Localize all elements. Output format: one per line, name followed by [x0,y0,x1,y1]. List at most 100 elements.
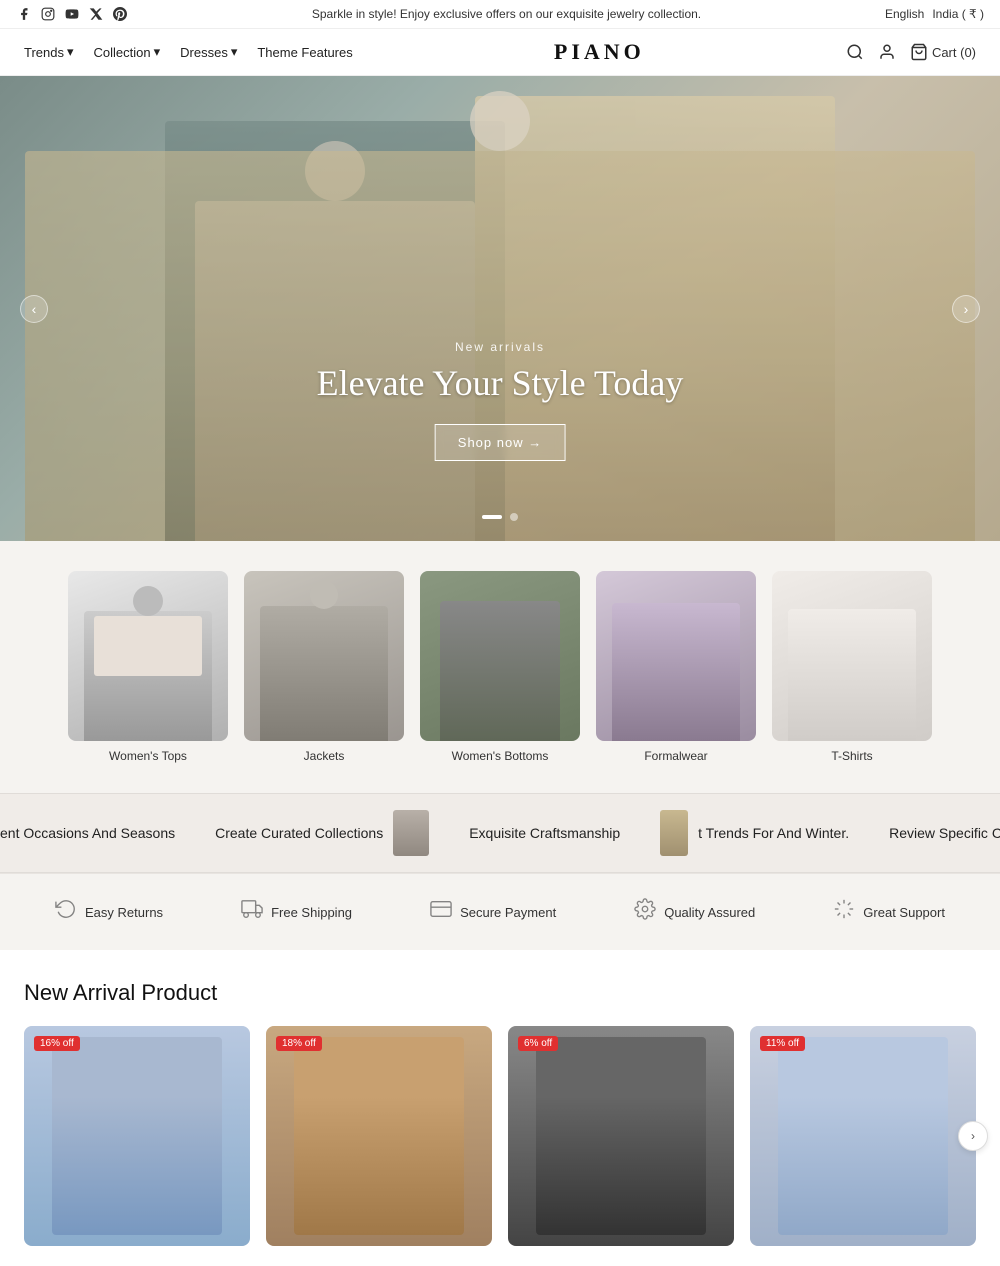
nav-theme-features[interactable]: Theme Features [257,45,352,60]
scroll-text-2: Create Curated Collections [215,825,383,841]
scroll-item-3: Exquisite Craftsmanship [469,825,620,841]
nav-trends[interactable]: Trends ▾ [24,44,74,60]
hero-next-arrow[interactable]: › [952,295,980,323]
product-image-2 [266,1026,492,1246]
scroll-item-1: ent Occasions And Seasons [0,825,175,841]
feature-secure-payment-label: Secure Payment [460,905,556,920]
scroll-track: ent Occasions And Seasons Create Curated… [0,810,1000,856]
feature-free-shipping-label: Free Shipping [271,905,352,920]
feature-free-shipping: Free Shipping [241,898,352,926]
category-tops-label: Women's Tops [109,749,187,763]
nav-right: Cart (0) [846,43,976,61]
search-icon[interactable] [846,43,864,61]
product-badge-2: 18% off [276,1036,322,1051]
cart-button[interactable]: Cart (0) [910,43,976,61]
category-formal-image [596,571,756,741]
language-selector[interactable]: English [885,7,924,21]
hero-title: Elevate Your Style Today [317,362,684,404]
products-grid: 16% off 18% off 6% off 11% off › [24,1026,976,1246]
scroll-item-4: t Trends For And Winter. [660,810,849,856]
scroll-item-2: Create Curated Collections [215,810,429,856]
scroll-banner: ent Occasions And Seasons Create Curated… [0,793,1000,873]
hero-figure-right [475,96,835,541]
feature-quality-assured-label: Quality Assured [664,905,755,920]
product-badge-3: 6% off [518,1036,558,1051]
feature-great-support-label: Great Support [863,905,945,920]
scroll-thumb-1 [393,810,429,856]
products-next-button[interactable]: › [958,1121,988,1151]
scroll-text-3: Exquisite Craftsmanship [469,825,620,841]
features-bar: Easy Returns Free Shipping Secure Paymen… [0,873,1000,950]
instagram-icon[interactable] [40,6,56,22]
feature-easy-returns-label: Easy Returns [85,905,163,920]
secure-payment-icon [430,898,452,926]
category-bottoms-image [420,571,580,741]
feature-quality-assured: Quality Assured [634,898,755,926]
quality-assured-icon [634,898,656,926]
product-badge-4: 11% off [760,1036,805,1051]
pinterest-icon[interactable] [112,6,128,22]
scroll-text-5: Review Specific Clothing Items [889,825,1000,841]
category-tshirts[interactable]: T-Shirts [772,571,932,763]
hero-subtitle: New arrivals [317,340,684,354]
feature-easy-returns: Easy Returns [55,898,163,926]
product-badge-1: 16% off [34,1036,80,1051]
feature-great-support: Great Support [833,898,945,926]
nav-collection[interactable]: Collection ▾ [94,44,161,60]
category-jackets-image [244,571,404,741]
category-jackets[interactable]: Jackets [244,571,404,763]
categories-section: Women's Tops Jackets Women's Bottoms [0,541,1000,793]
lang-region: English India ( ₹ ) [885,7,984,21]
category-womens-tops[interactable]: Women's Tops [68,571,228,763]
product-image-3 [508,1026,734,1246]
product-card-1[interactable]: 16% off [24,1026,250,1246]
shop-now-button[interactable]: Shop now → [435,424,565,461]
great-support-icon [833,898,855,926]
announcement-bar: Sparkle in style! Enjoy exclusive offers… [0,0,1000,29]
scroll-item-5: Review Specific Clothing Items [889,825,1000,841]
hero-dot-1[interactable] [482,515,502,519]
category-formal-label: Formalwear [644,749,707,763]
region-selector[interactable]: India ( ₹ ) [932,7,984,21]
category-tops-image [68,571,228,741]
trends-chevron-icon: ▾ [67,44,74,60]
feature-secure-payment: Secure Payment [430,898,556,926]
dresses-chevron-icon: ▾ [231,44,238,60]
nav-dresses[interactable]: Dresses ▾ [180,44,237,60]
youtube-icon[interactable] [64,6,80,22]
collection-chevron-icon: ▾ [154,44,161,60]
scroll-thumb-2 [660,810,688,856]
twitter-x-icon[interactable] [88,6,104,22]
facebook-icon[interactable] [16,6,32,22]
scroll-text-4: t Trends For And Winter. [698,825,849,841]
social-icons [16,6,128,22]
site-logo[interactable]: PIANO [554,39,645,65]
product-card-3[interactable]: 6% off [508,1026,734,1246]
account-icon[interactable] [878,43,896,61]
navbar: Trends ▾ Collection ▾ Dresses ▾ Theme Fe… [0,29,1000,76]
category-formalwear[interactable]: Formalwear [596,571,756,763]
free-shipping-icon [241,898,263,926]
new-arrivals-section: New Arrival Product 16% off 18% off 6% o… [0,950,1000,1266]
hero-section: New arrivals Elevate Your Style Today Sh… [0,76,1000,541]
announcement-text: Sparkle in style! Enjoy exclusive offers… [128,7,885,21]
hero-dots [482,513,518,521]
nav-left: Trends ▾ Collection ▾ Dresses ▾ Theme Fe… [24,44,353,60]
product-card-2[interactable]: 18% off [266,1026,492,1246]
cart-label: Cart (0) [932,45,976,60]
product-card-4[interactable]: 11% off [750,1026,976,1246]
scroll-text-1: ent Occasions And Seasons [0,825,175,841]
category-jackets-label: Jackets [304,749,345,763]
hero-content: New arrivals Elevate Your Style Today Sh… [317,340,684,461]
new-arrivals-title: New Arrival Product [24,980,976,1006]
category-bottoms-label: Women's Bottoms [452,749,549,763]
hero-prev-arrow[interactable]: ‹ [20,295,48,323]
hero-figures [0,76,1000,541]
easy-returns-icon [55,898,77,926]
category-tshirts-image [772,571,932,741]
hero-dot-2[interactable] [510,513,518,521]
category-womens-bottoms[interactable]: Women's Bottoms [420,571,580,763]
product-image-4 [750,1026,976,1246]
product-image-1 [24,1026,250,1246]
category-tshirts-label: T-Shirts [831,749,872,763]
